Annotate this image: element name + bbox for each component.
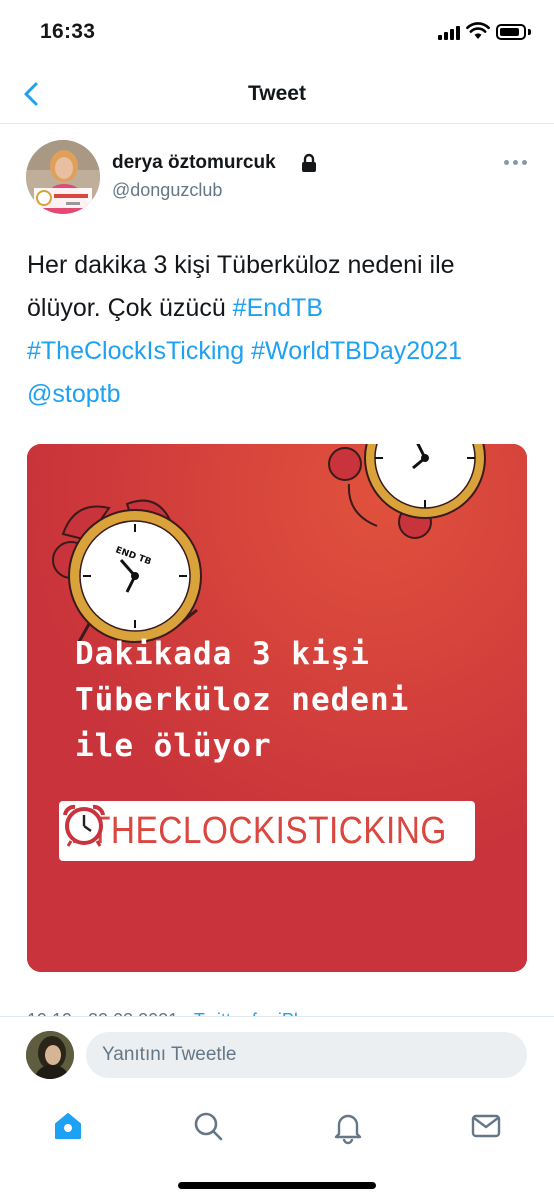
nav-header: Tweet (0, 64, 554, 124)
reply-bar: Yanıtını Tweetle (0, 1016, 554, 1094)
reply-input[interactable]: Yanıtını Tweetle (86, 1032, 527, 1078)
hashtag-link[interactable]: #EndTB (233, 294, 323, 322)
home-indicator (178, 1182, 376, 1189)
media-caption-line: ile ölüyor (75, 728, 272, 764)
battery-cap (528, 29, 531, 35)
media-caption-line: Tüberküloz nedeni (75, 682, 410, 718)
page-title: Tweet (248, 82, 306, 105)
lock-icon (302, 153, 316, 172)
mail-icon[interactable] (466, 1106, 506, 1146)
hashtag-link[interactable]: #TheClockIsTicking (27, 337, 244, 365)
status-bar: 16:33 (0, 0, 554, 64)
more-options-icon[interactable] (504, 158, 528, 168)
media-hashtag-banner: #THECLOCKISTICKING (59, 801, 475, 861)
search-icon[interactable] (188, 1106, 228, 1146)
author-handle[interactable]: @donguzclub (112, 180, 222, 201)
reply-placeholder: Yanıtını Tweetle (102, 1044, 237, 1065)
battery-icon (496, 24, 526, 40)
bell-icon[interactable] (328, 1106, 368, 1146)
alarm-clock-icon (63, 804, 105, 847)
tweet-text: Her dakika 3 kişi Tüberküloz nedeni ile … (27, 244, 517, 416)
status-time: 16:33 (40, 20, 96, 43)
mention-link[interactable]: @stoptb (27, 380, 120, 408)
media-caption-line: Dakikada 3 kişi (75, 636, 370, 672)
user-avatar[interactable] (26, 1031, 74, 1079)
author-avatar[interactable] (26, 140, 100, 214)
author-name[interactable]: derya öztomurcuk (112, 152, 276, 174)
media-hashtag-text: #THECLOCKISTICKING (71, 810, 447, 852)
hashtag-link[interactable]: #WorldTBDay2021 (251, 337, 462, 365)
tweet-media-image[interactable]: END TB Dakikada 3 kişi Tüberküloz nedeni… (27, 444, 527, 972)
cellular-signal-icon (438, 26, 460, 40)
wifi-icon (466, 22, 490, 39)
home-icon[interactable] (48, 1106, 88, 1146)
